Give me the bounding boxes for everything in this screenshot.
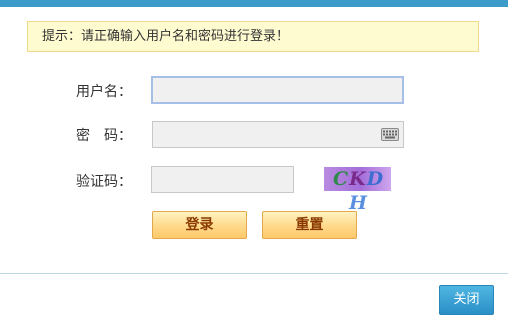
keyboard-icon[interactable] [381,128,399,141]
footer-divider [0,273,508,274]
password-input[interactable] [152,121,404,148]
captcha-label: 验证码： [76,174,132,190]
captcha-input[interactable] [151,166,294,193]
captcha-char: K [349,168,367,190]
close-button[interactable]: 关闭 [439,285,494,315]
reset-button[interactable]: 重置 [262,211,357,239]
login-notice: 提示：请正确输入用户名和密码进行登录！ [27,21,479,52]
captcha-char: C [332,168,350,190]
password-label: 密 码： [76,128,132,144]
username-label: 用户名： [76,84,132,100]
top-accent-bar [0,0,508,7]
notice-text: 提示：请正确输入用户名和密码进行登录！ [42,29,290,44]
username-input[interactable] [151,76,404,104]
captcha-image[interactable]: CKDH [324,167,391,214]
captcha-char: D [366,168,385,190]
login-button[interactable]: 登录 [152,211,247,239]
